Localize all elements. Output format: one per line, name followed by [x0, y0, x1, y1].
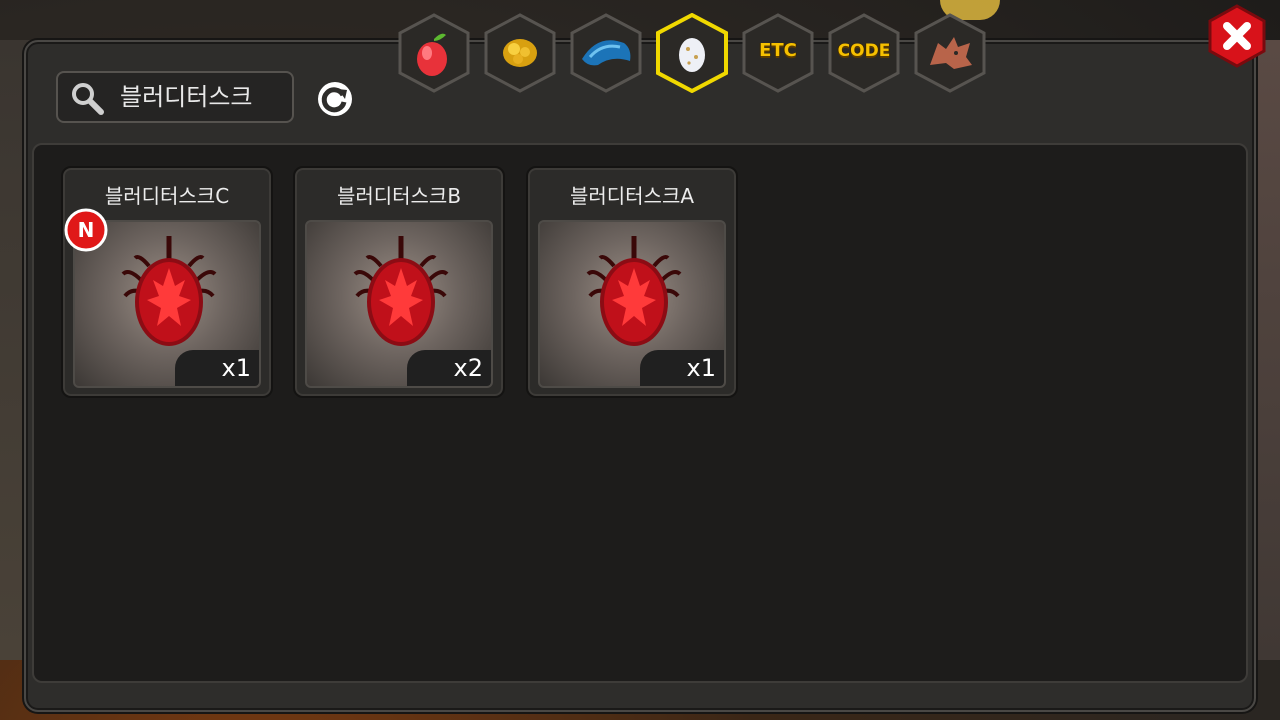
tab-fish[interactable] — [568, 13, 644, 93]
new-badge-icon: N — [64, 208, 108, 252]
item-name: 블러디터스크C — [104, 184, 230, 208]
bloody-tusk-egg-icon — [586, 236, 682, 346]
quantity-badge: x1 — [175, 350, 259, 386]
item-card-bloodytusk-c[interactable]: 블러디터스크C x1 — [61, 166, 273, 398]
item-name: 블러디터스크A — [569, 184, 695, 208]
tab-egg[interactable] — [654, 13, 730, 93]
tab-code-label: CODE — [837, 41, 891, 61]
tab-fruit[interactable] — [396, 13, 472, 93]
item-card-bloodytusk-a[interactable]: 블러디터스크A x1 — [526, 166, 738, 398]
bloody-tusk-egg-icon — [353, 236, 449, 346]
quantity-badge: x2 — [407, 350, 491, 386]
new-badge-label: N — [78, 218, 95, 242]
item-quantity: x1 — [686, 354, 716, 382]
item-image-frame: x1 — [538, 220, 726, 388]
item-image-frame: x2 — [305, 220, 493, 388]
item-quantity: x1 — [221, 354, 251, 382]
tab-etc-label: ETC — [759, 40, 797, 61]
tab-etc[interactable]: ETC — [740, 13, 816, 93]
close-button[interactable] — [1206, 4, 1268, 68]
search-input[interactable]: 블러디터스크 — [56, 71, 294, 123]
egg-icon — [679, 38, 705, 72]
search-icon — [72, 83, 104, 115]
tab-code[interactable]: CODE — [826, 13, 902, 93]
item-name: 블러디터스크B — [336, 184, 462, 208]
gold-nugget-icon — [503, 39, 537, 67]
refresh-icon[interactable] — [314, 78, 356, 120]
item-card-bloodytusk-b[interactable]: 블러디터스크B x2 — [293, 166, 505, 398]
tab-gold[interactable] — [482, 13, 558, 93]
bloody-tusk-egg-icon — [121, 236, 217, 346]
tab-dragon[interactable] — [912, 13, 988, 93]
item-quantity: x2 — [453, 354, 483, 382]
quantity-badge: x1 — [640, 350, 724, 386]
search-query: 블러디터스크 — [120, 83, 253, 111]
